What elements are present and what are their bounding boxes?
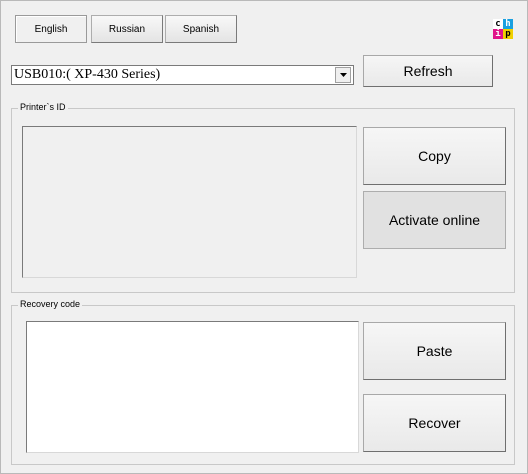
printer-id-label: Printer`s ID [18, 102, 68, 112]
tab-english[interactable]: English [15, 15, 87, 43]
logo-letter-p: p [503, 29, 513, 39]
logo-letter-c: c [493, 19, 503, 29]
printer-select-value: USB010:( XP-430 Series) [14, 67, 161, 82]
tab-russian[interactable]: Russian [91, 15, 163, 43]
refresh-button[interactable]: Refresh [363, 55, 493, 87]
tab-spanish[interactable]: Spanish [165, 15, 237, 43]
logo-letter-h: h [503, 19, 513, 29]
copy-button[interactable]: Copy [363, 127, 506, 185]
recovery-code-field[interactable] [26, 321, 359, 453]
logo-letter-i: i [493, 29, 503, 39]
app-window: English Russian Spanish c h i p USB010:(… [0, 0, 528, 474]
recover-button[interactable]: Recover [363, 394, 506, 452]
printer-select[interactable]: USB010:( XP-430 Series) [11, 65, 354, 85]
printer-id-field[interactable] [22, 126, 357, 278]
dropdown-arrow-icon[interactable] [335, 67, 351, 83]
chip-logo-icon: c h i p [493, 19, 513, 39]
activate-online-button[interactable]: Activate online [363, 191, 506, 249]
recovery-code-label: Recovery code [18, 299, 83, 309]
paste-button[interactable]: Paste [363, 322, 506, 380]
